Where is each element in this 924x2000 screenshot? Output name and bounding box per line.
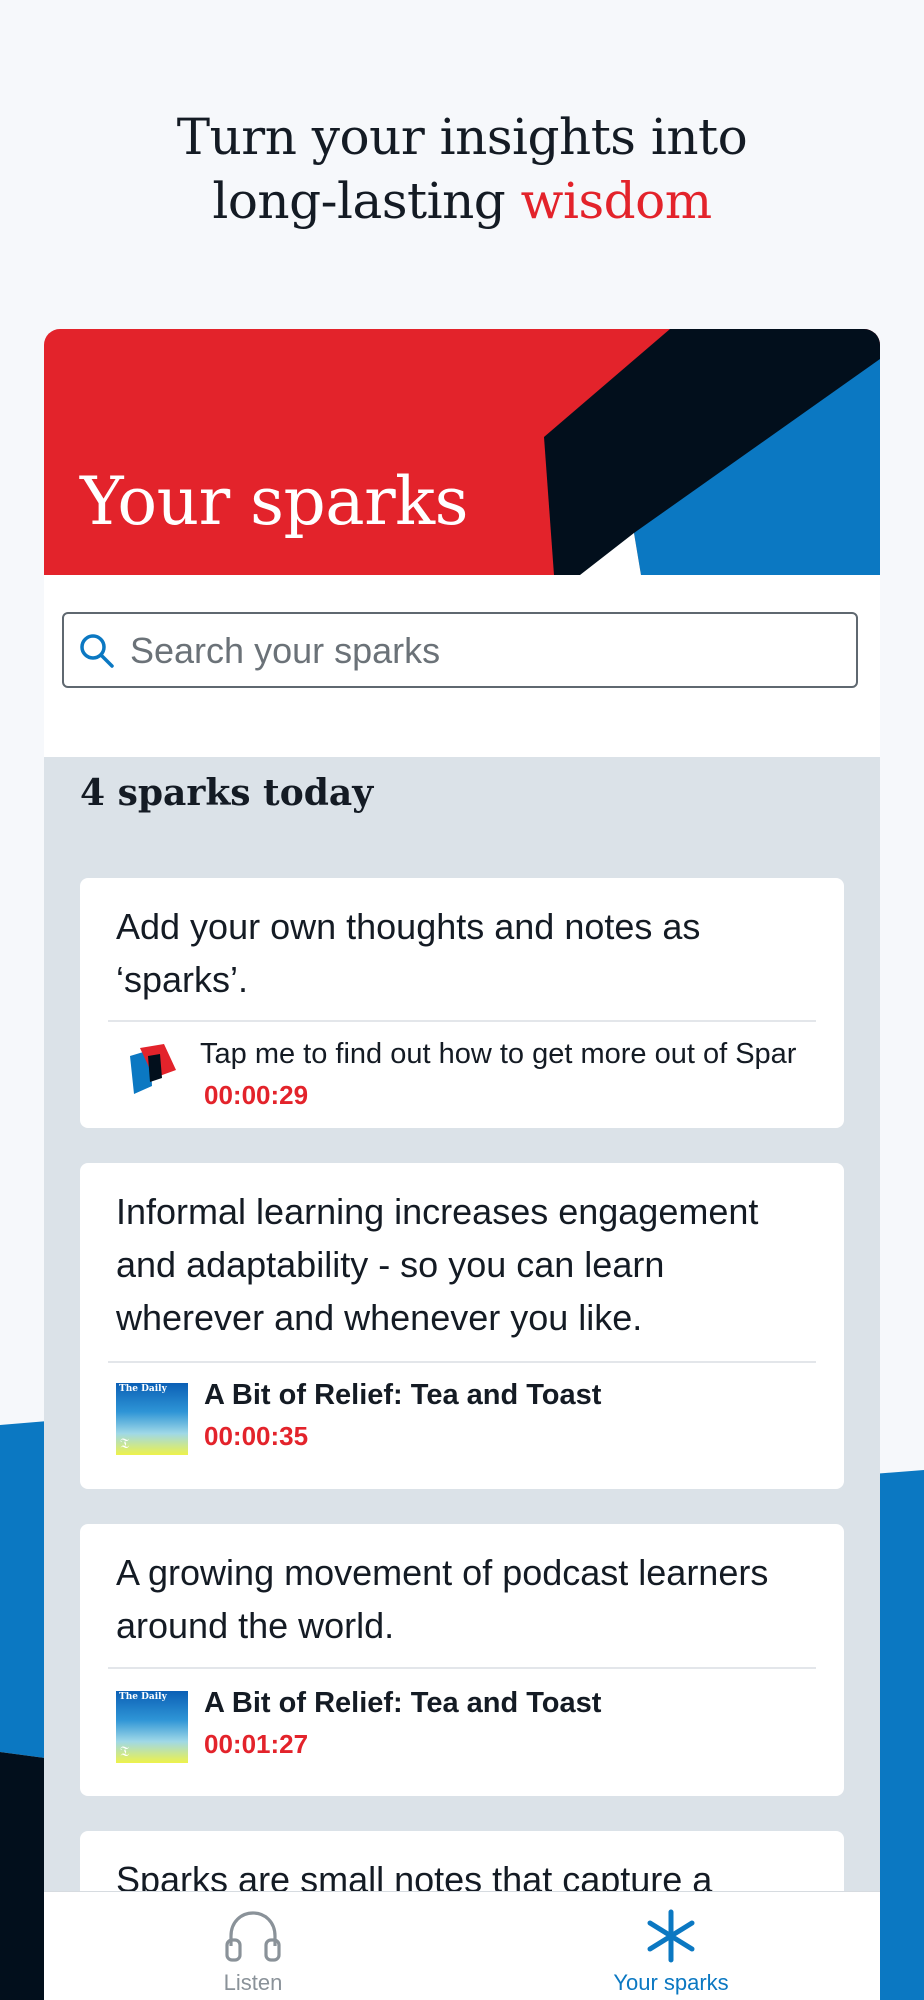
spark-timestamp: 00:01:27 <box>204 1729 309 1759</box>
podcast-art-mark: 𝔗 <box>120 1436 130 1452</box>
spark-text: Add your own thoughts and notes as ‘spar… <box>116 906 701 1000</box>
promo-headline: Turn your insights into long-lasting wis… <box>0 105 924 233</box>
spark-timestamp: 00:00:35 <box>204 1421 309 1451</box>
spark-text: Informal learning increases engagement a… <box>116 1191 759 1338</box>
sparks-count-label: 4 sparks today <box>80 772 374 814</box>
headline-accent-word: wisdom <box>520 172 712 230</box>
the-daily-podcast-art: The Daily 𝔗 <box>116 1383 188 1455</box>
search-box[interactable] <box>62 612 858 688</box>
sparks-logo-icon <box>130 1044 176 1094</box>
the-daily-podcast-art: The Daily 𝔗 <box>116 1691 188 1763</box>
search-icon <box>80 634 114 668</box>
spark-text: A growing movement of podcast learners a… <box>116 1552 769 1646</box>
spark-card[interactable]: Add your own thoughts and notes as ‘spar… <box>80 878 844 1128</box>
tab-your-sparks-label: Your sparks <box>613 1970 729 1995</box>
page-title: Your sparks <box>80 463 469 540</box>
headline-line-2: long-lasting wisdom <box>0 169 924 233</box>
search-input[interactable] <box>128 626 832 676</box>
tab-listen-label: Listen <box>223 1970 283 1995</box>
spark-source-title: Tap me to find out how to get more out o… <box>200 1038 797 1070</box>
podcast-art-text: The Daily <box>119 1384 167 1394</box>
spark-card[interactable]: Informal learning increases engagement a… <box>80 1163 844 1489</box>
app-screen: Your sparks 4 sparks today Add your own … <box>44 329 880 2000</box>
sparks-banner: Your sparks <box>44 329 880 575</box>
headline-line-1: Turn your insights into <box>176 108 748 166</box>
search-area <box>44 575 880 757</box>
card-divider <box>108 1361 816 1363</box>
spark-timestamp: 00:00:29 <box>204 1080 309 1110</box>
podcast-art-mark: 𝔗 <box>120 1744 130 1760</box>
tab-bar: Listen Your sparks <box>44 1891 880 2000</box>
headphones-icon <box>225 1911 281 1962</box>
spark-card[interactable]: A growing movement of podcast learners a… <box>80 1524 844 1796</box>
podcast-art-text: The Daily <box>119 1692 167 1702</box>
tab-listen[interactable]: Listen <box>44 1892 462 2000</box>
spark-source-title: A Bit of Relief: Tea and Toast <box>204 1379 602 1411</box>
spark-source-title: A Bit of Relief: Tea and Toast <box>204 1687 602 1719</box>
spark-asterisk-icon <box>647 1909 695 1963</box>
card-divider <box>108 1020 816 1022</box>
card-divider <box>108 1667 816 1669</box>
headline-line-2-prefix: long-lasting <box>212 172 521 230</box>
tab-your-sparks[interactable]: Your sparks <box>462 1892 880 2000</box>
